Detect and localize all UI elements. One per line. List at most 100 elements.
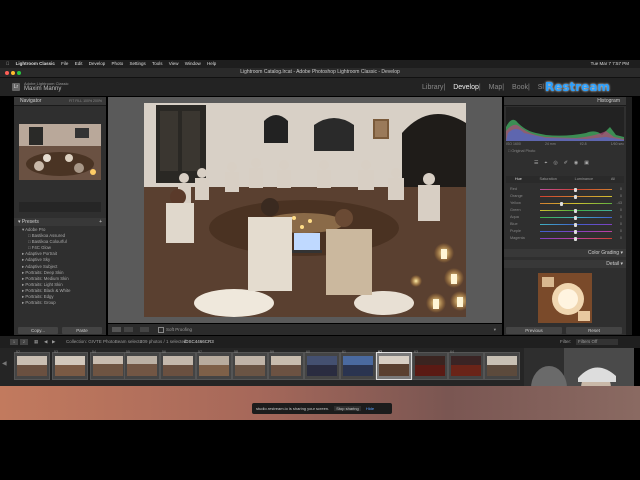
page-2-button[interactable]: 2	[20, 339, 28, 345]
previous-button[interactable]: Previous	[506, 327, 562, 334]
histogram-stats: ISO 1600 24 mm f/2.8 1/60 sec	[506, 142, 624, 146]
menu-file[interactable]: File	[61, 61, 68, 66]
filmstrip-thumbnail[interactable]: 64	[448, 350, 484, 380]
expand-triangle-icon: ▾	[620, 261, 623, 267]
edit-sliders-icon[interactable]: ☰	[534, 160, 544, 166]
detail-header[interactable]: Detail ▾	[504, 260, 626, 268]
loupe-view-icon[interactable]	[112, 327, 121, 332]
module-slideshow[interactable]: Sl	[538, 84, 544, 91]
slider-knob[interactable]	[574, 208, 577, 213]
minimize-window-icon[interactable]	[11, 70, 15, 75]
color-grading-header[interactable]: Color Grading ▾	[504, 249, 626, 257]
reset-button[interactable]: Reset	[566, 327, 622, 334]
main-photo-image	[144, 103, 466, 317]
tab-luminance[interactable]: Luminance	[575, 176, 594, 183]
menu-tools[interactable]: Tools	[152, 61, 163, 66]
stop-sharing-button[interactable]: Stop sharing	[334, 406, 361, 411]
module-book[interactable]: Book	[512, 84, 528, 91]
menu-edit[interactable]: Edit	[75, 61, 83, 66]
histogram-header[interactable]: Histogram	[504, 97, 626, 106]
menu-photo[interactable]: Photo	[112, 61, 124, 66]
main-photo[interactable]	[144, 103, 466, 317]
zoom-fill[interactable]: FILL	[75, 99, 82, 103]
slider-knob[interactable]	[574, 236, 577, 241]
menu-view[interactable]: View	[169, 61, 179, 66]
menu-help[interactable]: Help	[207, 61, 216, 66]
module-library[interactable]: Library	[422, 84, 443, 91]
navigator-label: Navigator	[20, 98, 42, 104]
soft-proofing-checkbox[interactable]	[158, 327, 164, 333]
filmstrip-thumbnail[interactable]: 59	[268, 350, 304, 380]
presets-header[interactable]: ▾ Presets +	[14, 218, 106, 226]
filmstrip-thumbnail[interactable]: 63	[412, 350, 448, 380]
histogram[interactable]	[506, 107, 624, 141]
hsl-tabs: Hue Saturation Luminance All	[506, 176, 624, 183]
add-preset-icon[interactable]: +	[99, 218, 102, 226]
module-develop[interactable]: Develop	[453, 84, 479, 91]
menu-develop[interactable]: Develop	[89, 61, 106, 66]
filmstrip-thumbnail[interactable]: 57	[196, 350, 232, 380]
brush-icon[interactable]: ✐	[564, 160, 574, 166]
filmstrip-thumbnail[interactable]: 58	[232, 350, 268, 380]
presets-search-field[interactable]	[19, 202, 101, 212]
zoom-100[interactable]: 100%	[83, 99, 92, 103]
apple-icon[interactable]: 	[6, 61, 9, 66]
heal-icon[interactable]: ◎	[553, 160, 563, 166]
slider-knob[interactable]	[574, 222, 577, 227]
copy-button[interactable]: Copy...	[18, 327, 58, 334]
menu-window[interactable]: Window	[185, 61, 201, 66]
slider-knob[interactable]	[574, 229, 577, 234]
right-panel-scrollbar[interactable]	[626, 97, 632, 335]
original-photo-toggle[interactable]: □ Original Photo	[508, 149, 535, 153]
slider-knob[interactable]	[574, 187, 577, 192]
presets-label: Presets	[21, 219, 39, 225]
filter-dropdown[interactable]: Filters Off	[576, 339, 618, 345]
filmstrip-thumbnail[interactable]: 56	[160, 350, 196, 380]
page-1-button[interactable]: 1	[10, 339, 18, 345]
share-message: studio.restream.io is sharing your scree…	[256, 406, 330, 411]
forward-arrow-icon[interactable]: ▶	[52, 336, 55, 348]
soft-proofing-label: Soft Proofing	[166, 327, 193, 332]
screen-sharing-bar: studio.restream.io is sharing your scree…	[252, 403, 392, 414]
module-map[interactable]: Map	[489, 84, 503, 91]
hide-button[interactable]: Hide	[366, 406, 374, 411]
tab-saturation[interactable]: Saturation	[540, 176, 557, 183]
slider-knob[interactable]	[560, 201, 563, 206]
navigator-preview[interactable]	[19, 124, 101, 180]
close-window-icon[interactable]	[5, 70, 9, 75]
navigator-header[interactable]: Navigator FIT FILL 100% 200%	[14, 97, 106, 106]
tab-hue[interactable]: Hue	[515, 176, 522, 183]
filmstrip-left-arrow-icon[interactable]: ◀	[2, 360, 7, 367]
menu-settings[interactable]: Settings	[130, 61, 146, 66]
preset-group[interactable]: ▸ Portraits: Group	[14, 300, 106, 306]
zoom-200[interactable]: 200%	[93, 99, 102, 103]
filmstrip-collection[interactable]: Collection: GIVTE PhotoBeam selects	[66, 336, 142, 348]
zoom-window-icon[interactable]	[17, 70, 21, 75]
mask-icon[interactable]: ▣	[584, 160, 595, 166]
filmstrip-thumbnail[interactable]	[484, 352, 520, 380]
filmstrip-thumbnail[interactable]: 55	[124, 350, 160, 380]
filmstrip-thumbnail[interactable]: 53	[52, 350, 88, 380]
paste-button[interactable]: Paste	[62, 327, 102, 334]
crop-icon[interactable]: ⌖	[544, 160, 553, 166]
zoom-fit[interactable]: FIT	[69, 99, 74, 103]
filmstrip-thumbnail-selected[interactable]: 62	[376, 350, 412, 380]
slider-knob[interactable]	[574, 194, 577, 199]
eye-icon[interactable]: ◉	[574, 160, 584, 166]
module-picker: Library| Develop| Map| Book| Sl	[422, 84, 544, 91]
hsl-row-red: Red 0	[510, 187, 622, 192]
presets-list: ▾ Adobe Pro □ Bastikoa Assured □ Bastiko…	[14, 227, 106, 306]
filmstrip-thumbnail[interactable]: 54	[90, 350, 126, 380]
tab-all[interactable]: All	[611, 176, 615, 183]
toolbar-menu-icon[interactable]: ▾	[494, 324, 496, 335]
compare-icon[interactable]	[140, 327, 149, 332]
grid-view-icon[interactable]: ▦	[34, 336, 38, 348]
before-after-icon[interactable]	[124, 327, 133, 332]
detail-preview[interactable]	[538, 273, 592, 323]
filmstrip-thumbnail[interactable]: 61	[340, 350, 376, 380]
menu-app[interactable]: Lightroom Classic	[16, 61, 55, 66]
back-arrow-icon[interactable]: ◀	[44, 336, 47, 348]
slider-knob[interactable]	[574, 215, 577, 220]
filmstrip-thumbnail[interactable]: 52	[14, 350, 50, 380]
filmstrip-thumbnail[interactable]: 60	[304, 350, 340, 380]
